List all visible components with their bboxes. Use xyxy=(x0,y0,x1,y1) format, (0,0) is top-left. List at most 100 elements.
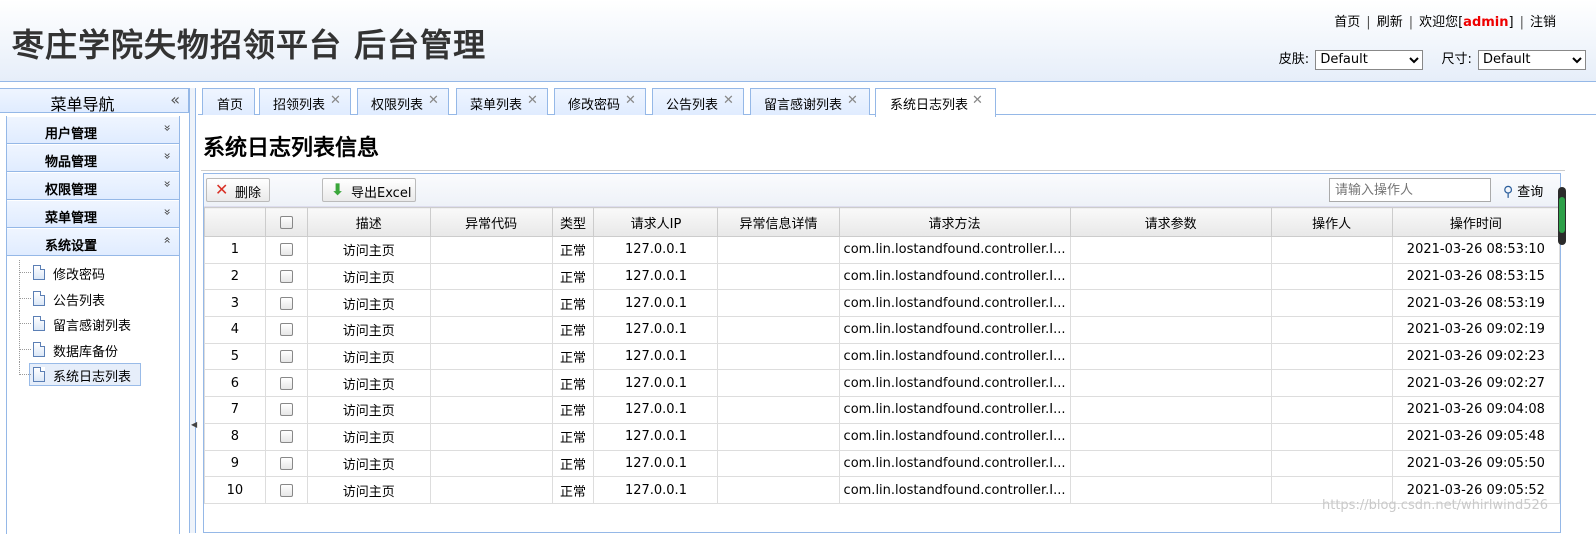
type-cell: 正常 xyxy=(551,262,595,291)
tab-label: 菜单列表 xyxy=(470,98,523,113)
exception-code-cell xyxy=(429,422,553,451)
export-excel-button[interactable]: ⬇ 导出Excel xyxy=(322,178,416,202)
column-header[interactable]: 异常代码 xyxy=(429,207,553,237)
tree-item-thanks-messages[interactable]: 留言感谢列表 xyxy=(7,311,179,337)
logout-link[interactable]: 注销 xyxy=(1530,15,1556,30)
row-checkbox[interactable] xyxy=(279,456,293,470)
row-checkbox[interactable] xyxy=(279,296,293,310)
section-menu-management[interactable]: 菜单管理 » xyxy=(7,200,179,228)
row-checkbox[interactable] xyxy=(279,270,293,284)
row-checkbox-cell[interactable] xyxy=(264,396,308,424)
collapse-arrow-icon[interactable]: ◀ xyxy=(191,420,197,429)
row-checkbox-cell[interactable] xyxy=(264,262,308,291)
column-header[interactable]: 异常信息详情 xyxy=(717,207,840,237)
table-row[interactable]: 9 访问主页 正常 127.0.0.1 com.lin.lostandfound.con… xyxy=(204,449,1561,478)
tree-item-announcements[interactable]: 公告列表 xyxy=(7,285,179,312)
column-header[interactable]: 操作时间 xyxy=(1391,207,1561,237)
row-checkbox-cell[interactable] xyxy=(264,369,308,398)
tab-home[interactable]: 首页 xyxy=(202,88,255,115)
tree-item-label: 修改密码 xyxy=(53,268,106,283)
table-row[interactable]: 5 访问主页 正常 127.0.0.1 com.lin.lostandfound.con… xyxy=(204,342,1561,371)
divider xyxy=(201,170,1565,171)
tab-menu-list[interactable]: 菜单列表 ✕ xyxy=(456,88,548,115)
collapse-nav-icon[interactable]: « xyxy=(170,90,180,109)
row-checkbox-cell[interactable] xyxy=(264,342,308,371)
tab-thanks-list[interactable]: 留言感谢列表 ✕ xyxy=(750,88,870,115)
operator-search-input[interactable] xyxy=(1329,178,1491,202)
delete-button[interactable]: ✕ 删除 xyxy=(206,178,270,202)
operator-cell xyxy=(1270,449,1393,478)
column-header[interactable]: 请求方法 xyxy=(838,207,1071,237)
row-checkbox[interactable] xyxy=(279,403,293,417)
row-checkbox[interactable] xyxy=(279,483,293,497)
row-checkbox-cell[interactable] xyxy=(264,476,308,504)
size-select[interactable]: Default xyxy=(1478,49,1586,70)
close-icon[interactable]: ✕ xyxy=(625,93,636,108)
exception-detail-cell xyxy=(717,396,840,424)
row-checkbox[interactable] xyxy=(279,243,293,257)
operation-time-cell: 2021-03-26 09:04:08 xyxy=(1391,396,1561,424)
request-params-cell xyxy=(1069,316,1272,344)
column-header[interactable]: 请求人IP xyxy=(593,207,719,237)
skin-select[interactable]: Default xyxy=(1315,49,1424,70)
close-icon[interactable]: ✕ xyxy=(723,93,734,108)
table-row[interactable]: 4 访问主页 正常 127.0.0.1 com.lin.lostandfound.con… xyxy=(204,316,1561,344)
expand-icon: » xyxy=(160,152,175,160)
row-checkbox-cell[interactable] xyxy=(264,316,308,344)
row-checkbox-cell[interactable] xyxy=(264,422,308,451)
table-row[interactable]: 6 访问主页 正常 127.0.0.1 com.lin.lostandfound.con… xyxy=(204,369,1561,398)
search-button[interactable]: ⚲ 查询 xyxy=(1503,181,1543,200)
close-icon[interactable]: ✕ xyxy=(330,93,341,108)
close-icon[interactable]: ✕ xyxy=(527,93,538,108)
row-checkbox-cell[interactable] xyxy=(264,289,308,318)
request-params-cell xyxy=(1069,236,1272,264)
tree-item-database-backup[interactable]: 数据库备份 xyxy=(7,336,179,363)
operator-cell xyxy=(1270,316,1393,344)
refresh-link[interactable]: 刷新 xyxy=(1377,15,1403,30)
exception-code-cell xyxy=(429,236,553,264)
select-all-checkbox[interactable] xyxy=(279,215,293,229)
request-method-cell: com.lin.lostandfound.controller.I... xyxy=(838,342,1071,371)
close-icon[interactable]: ✕ xyxy=(847,93,858,108)
column-header[interactable]: 操作人 xyxy=(1270,207,1393,237)
row-checkbox[interactable] xyxy=(279,430,293,444)
request-method-cell: com.lin.lostandfound.controller.I... xyxy=(838,369,1071,398)
select-all-checkbox-cell[interactable] xyxy=(264,207,308,237)
table-row[interactable]: 2 访问主页 正常 127.0.0.1 com.lin.lostandfound.con… xyxy=(204,262,1561,291)
page-scrollbar[interactable] xyxy=(1558,187,1566,245)
section-permission-management[interactable]: 权限管理 » xyxy=(7,172,179,200)
tab-system-log-list[interactable]: 系统日志列表 ✕ xyxy=(875,88,996,117)
delete-label: 删除 xyxy=(235,186,262,201)
table-row[interactable]: 8 访问主页 正常 127.0.0.1 com.lin.lostandfound.con… xyxy=(204,422,1561,451)
tab-announcement-list[interactable]: 公告列表 ✕ xyxy=(652,88,744,115)
table-row[interactable]: 3 访问主页 正常 127.0.0.1 com.lin.lostandfound.con… xyxy=(204,289,1561,318)
home-link[interactable]: 首页 xyxy=(1334,15,1360,30)
row-checkbox[interactable] xyxy=(279,323,293,337)
column-header[interactable]: 请求参数 xyxy=(1069,207,1272,237)
request-ip-cell: 127.0.0.1 xyxy=(593,449,719,478)
table-header-row: 描述 异常代码 类型 请求人IP 异常信息详情 请求方法 请求参数 操作人 操作… xyxy=(204,207,1561,237)
tree-item-change-password[interactable]: 修改密码 xyxy=(7,260,179,286)
tab-claim-list[interactable]: 招领列表 ✕ xyxy=(259,88,351,115)
tree-item-system-logs[interactable]: 系统日志列表 xyxy=(7,362,179,388)
row-checkbox-cell[interactable] xyxy=(264,449,308,478)
close-icon[interactable]: ✕ xyxy=(972,93,983,108)
close-icon[interactable]: ✕ xyxy=(428,93,439,108)
row-checkbox[interactable] xyxy=(279,376,293,390)
document-icon xyxy=(33,265,45,280)
column-header[interactable]: 类型 xyxy=(551,207,595,237)
operation-time-cell: 2021-03-26 09:02:23 xyxy=(1391,342,1561,371)
column-header[interactable]: 描述 xyxy=(306,207,431,237)
tab-change-password[interactable]: 修改密码 ✕ xyxy=(554,88,646,115)
row-checkbox[interactable] xyxy=(279,350,293,364)
tab-permission-list[interactable]: 权限列表 ✕ xyxy=(357,88,449,115)
layout-splitter[interactable]: ◀ xyxy=(190,88,197,533)
section-item-management[interactable]: 物品管理 » xyxy=(7,144,179,172)
operator-cell xyxy=(1270,422,1393,451)
request-ip-cell: 127.0.0.1 xyxy=(593,316,719,344)
section-system-settings[interactable]: 系统设置 « xyxy=(7,228,179,256)
section-user-management[interactable]: 用户管理 » xyxy=(7,116,179,144)
table-row[interactable]: 1 访问主页 正常 127.0.0.1 com.lin.lostandfound.con… xyxy=(204,236,1561,264)
table-row[interactable]: 7 访问主页 正常 127.0.0.1 com.lin.lostandfound.con… xyxy=(204,396,1561,424)
row-checkbox-cell[interactable] xyxy=(264,236,308,264)
